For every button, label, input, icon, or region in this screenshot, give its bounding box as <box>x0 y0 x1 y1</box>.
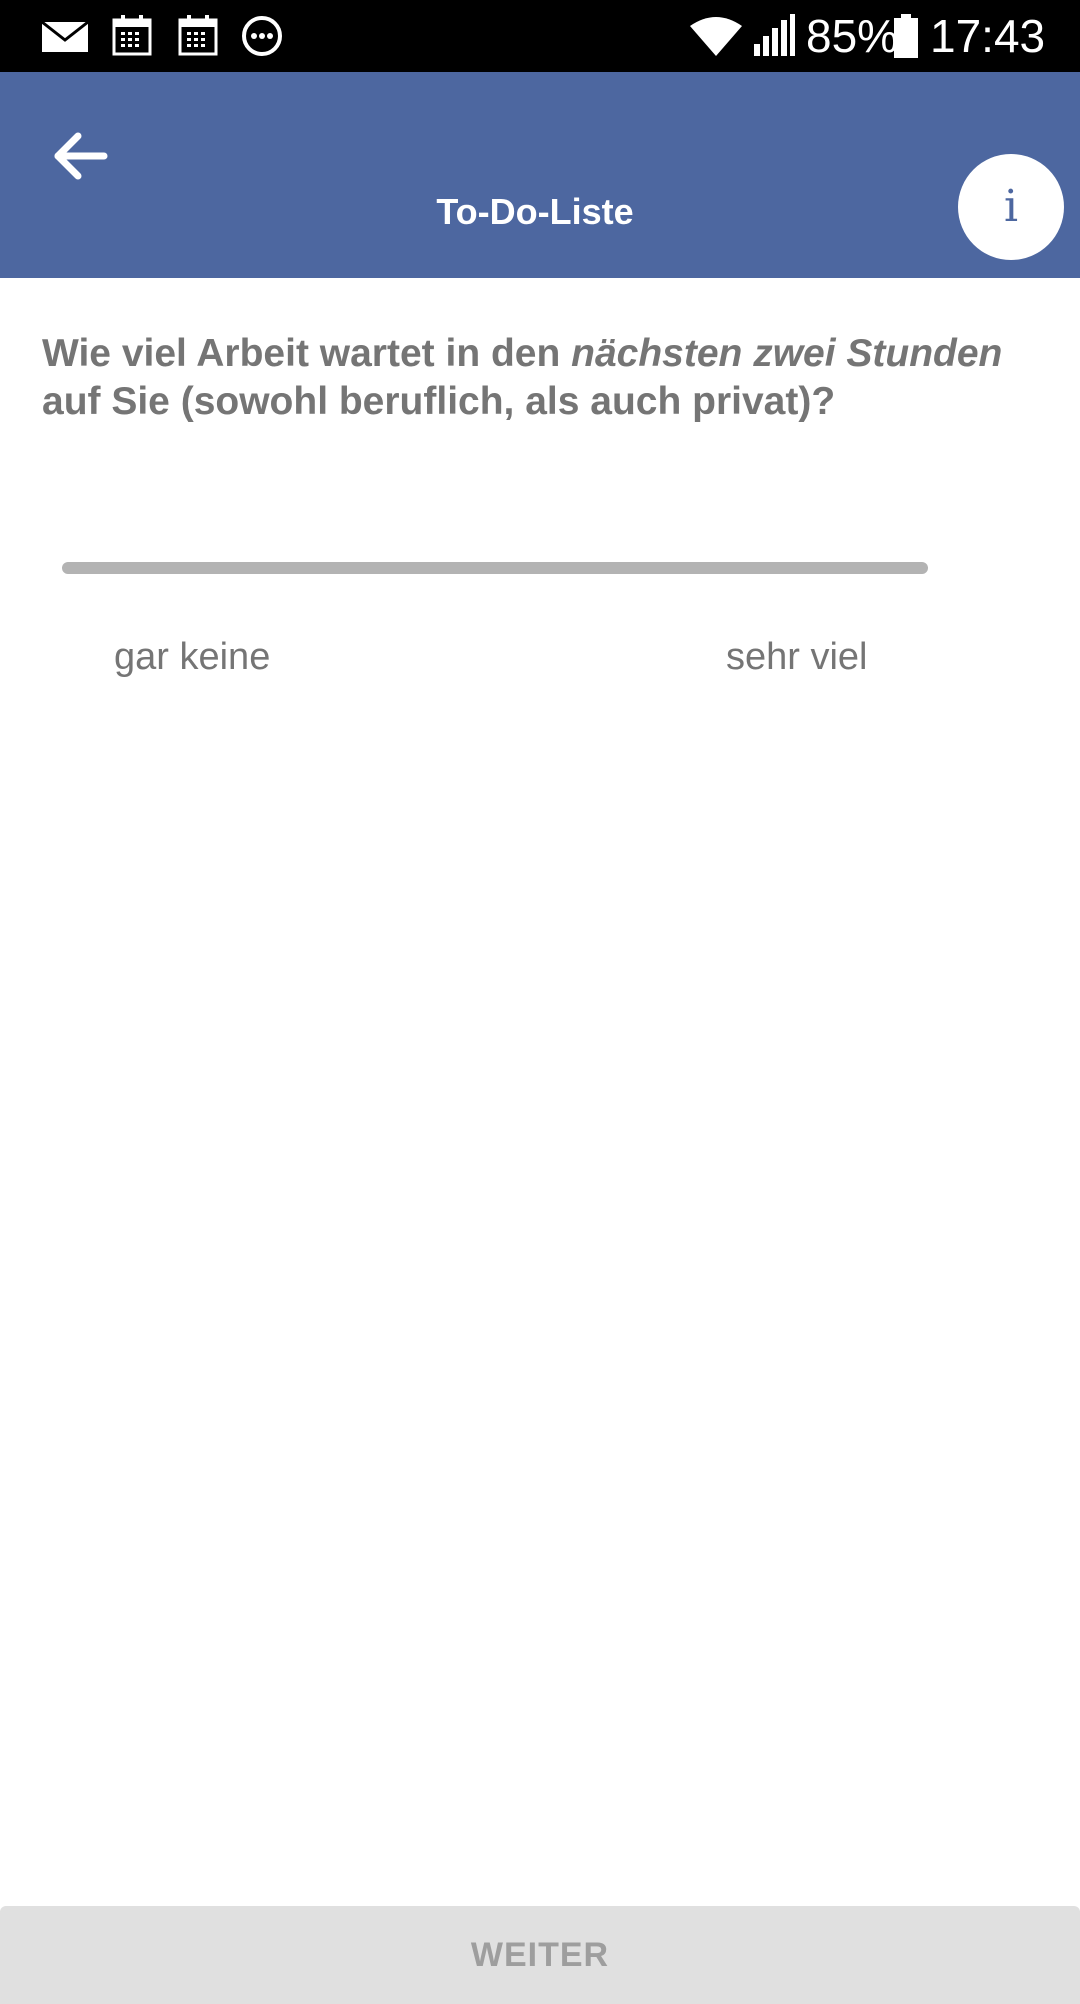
info-icon: i <box>1003 181 1019 232</box>
page-title: To-Do-Liste <box>436 191 634 232</box>
calendar-icon <box>178 15 218 56</box>
status-bar: 85% 17:43 <box>0 0 1080 72</box>
mail-icon <box>41 20 89 52</box>
next-button-label: WEITER <box>470 1935 610 1974</box>
battery-percent: 85% <box>806 10 899 62</box>
arrow-back-icon <box>54 132 108 180</box>
clock: 17:43 <box>930 10 1046 62</box>
slider-label-min: gar keine <box>114 636 271 678</box>
info-button[interactable]: i <box>958 154 1064 260</box>
question-emphasis: nächsten zwei Stunden <box>571 332 1003 375</box>
question-text: Wie viel Arbeit wartet in den nächsten z… <box>42 330 1042 426</box>
question-part-1: Wie viel Arbeit wartet in den <box>42 332 572 375</box>
signal-icon <box>754 14 795 56</box>
workload-slider[interactable] <box>62 562 928 574</box>
question-part-2: auf Sie (sowohl beruflich, als auch priv… <box>42 380 836 423</box>
wifi-icon <box>690 17 742 56</box>
app-bar: To-Do-Liste i <box>0 72 1080 278</box>
battery-icon <box>894 14 918 58</box>
screen: 85% 17:43 To-Do-Liste i Wie viel Arbeit … <box>0 0 1080 2004</box>
slider-label-max: sehr viel <box>726 636 868 678</box>
next-button[interactable]: WEITER <box>0 1906 1080 2004</box>
calendar-icon <box>112 15 152 56</box>
more-horiz-icon <box>242 16 282 56</box>
